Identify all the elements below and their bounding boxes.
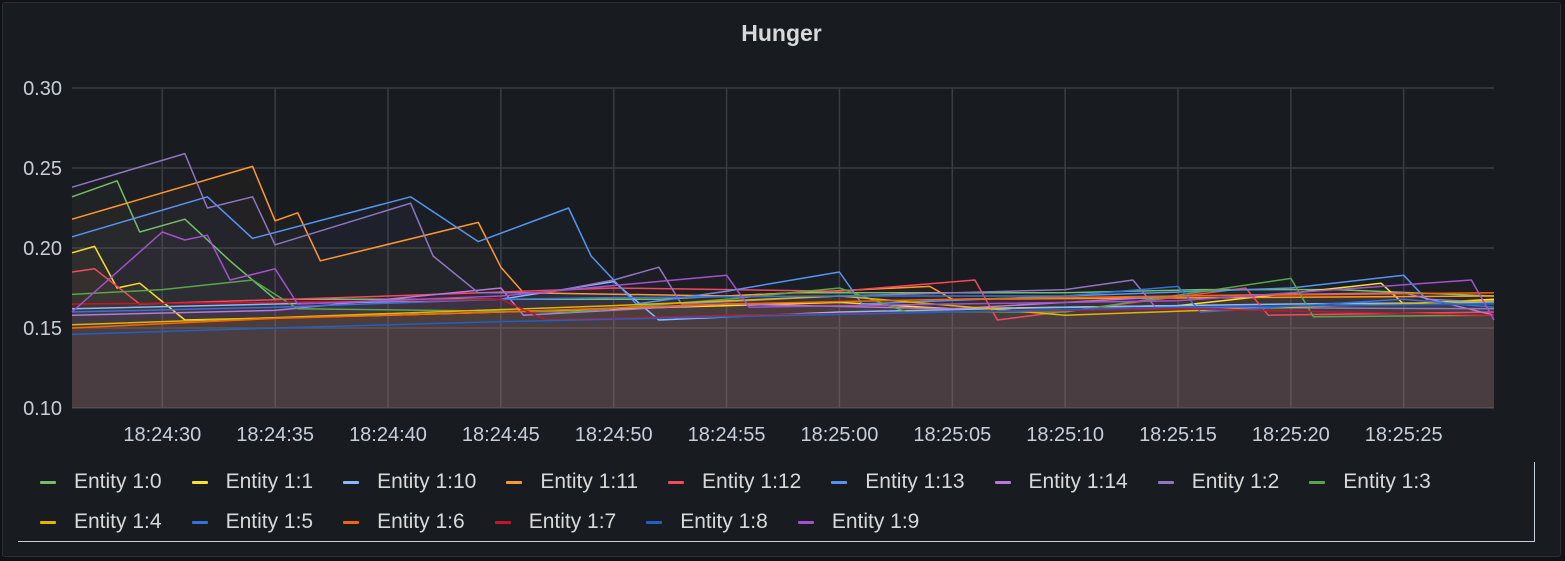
legend-item[interactable]: Entity 1:1 — [191, 470, 314, 494]
legend-label: Entity 1:13 — [865, 470, 965, 493]
legend-item[interactable]: Entity 1:4 — [40, 510, 162, 534]
legend-label: Entity 1:6 — [377, 510, 465, 533]
x-tick-label: 18:25:00 — [800, 424, 878, 446]
legend-label: Entity 1:5 — [225, 510, 314, 533]
legend-item[interactable]: Entity 1:7 — [494, 510, 617, 534]
legend-swatch — [668, 480, 685, 484]
legend-label: Entity 1:3 — [1343, 470, 1431, 493]
legend-item[interactable]: Entity 1:14 — [994, 470, 1128, 494]
legend-swatch — [191, 520, 208, 524]
x-tick-label: 18:24:50 — [575, 424, 653, 446]
legend-item[interactable]: Entity 1:11 — [506, 470, 638, 494]
series-areas — [72, 154, 1494, 408]
x-tick-label: 18:24:40 — [349, 424, 427, 446]
legend-label: Entity 1:10 — [377, 470, 477, 493]
legend-swatch — [831, 480, 848, 484]
y-tick-label: 0.10 — [23, 398, 62, 420]
x-tick-label: 18:24:35 — [236, 424, 314, 446]
legend-swatch — [1157, 480, 1174, 484]
legend-label: Entity 1:14 — [1028, 470, 1128, 493]
legend-item[interactable]: Entity 1:6 — [343, 510, 465, 534]
y-axis: 0.10 0.15 0.20 0.25 0.30 — [23, 78, 62, 420]
legend-label: Entity 1:4 — [74, 510, 162, 533]
y-tick-label: 0.25 — [23, 158, 62, 180]
legend-item[interactable]: Entity 1:0 — [40, 470, 162, 494]
line-chart: 0.100.150.200.250.30 18:24:30 18:24:35 18:… — [23, 78, 1495, 446]
x-tick-label: 18:25:20 — [1252, 424, 1330, 446]
legend-label: Entity 1:12 — [702, 470, 802, 493]
legend-swatch — [994, 480, 1011, 484]
legend-label: Entity 1:11 — [540, 470, 639, 493]
x-tick-label: 18:25:10 — [1026, 424, 1104, 446]
legend-swatch — [506, 480, 523, 484]
legend: Entity 1:0 Entity 1:1 Entity 1:10 Entity 1:… — [18, 462, 1535, 542]
x-tick-label: 18:25:05 — [913, 424, 991, 446]
legend-swatch — [40, 520, 56, 524]
legend-item[interactable]: Entity 1:8 — [646, 510, 768, 534]
legend-swatch — [797, 520, 814, 524]
y-tick-label: 0.30 — [23, 78, 62, 100]
y-tick-label: 0.20 — [23, 238, 62, 260]
legend-label: Entity 1:0 — [74, 470, 162, 493]
legend-item[interactable]: Entity 1:9 — [797, 510, 920, 534]
legend-swatch — [494, 520, 511, 524]
legend-label: Entity 1:9 — [831, 510, 920, 533]
legend-swatch — [1309, 480, 1326, 484]
legend-swatch — [343, 480, 360, 484]
legend-swatch — [646, 520, 663, 524]
legend-row: Entity 1:4 Entity 1:5 Entity 1:6 Entity 1:7… — [40, 510, 949, 534]
legend-swatch — [343, 520, 360, 524]
legend-label: Entity 1:2 — [1191, 470, 1280, 493]
legend-swatch — [40, 480, 56, 484]
x-tick-label: 18:24:45 — [462, 424, 540, 446]
x-axis: 18:24:30 18:24:35 18:24:40 18:24:45 18:24:50… — [123, 424, 1442, 446]
y-tick-label: 0.15 — [23, 318, 62, 340]
legend-row: Entity 1:0 Entity 1:1 Entity 1:10 Entity 1:… — [40, 470, 1461, 494]
legend-item[interactable]: Entity 1:12 — [668, 470, 801, 494]
x-tick-label: 18:25:15 — [1139, 424, 1217, 446]
legend-item[interactable]: Entity 1:5 — [191, 510, 314, 534]
x-tick-label: 18:24:30 — [123, 424, 201, 446]
legend-item[interactable]: Entity 1:3 — [1309, 470, 1431, 494]
legend-label: Entity 1:8 — [680, 510, 768, 533]
legend-item[interactable]: Entity 1:13 — [831, 470, 965, 494]
legend-item[interactable]: Entity 1:2 — [1157, 470, 1280, 494]
legend-item[interactable]: Entity 1:10 — [343, 470, 476, 494]
legend-label: Entity 1:1 — [225, 470, 314, 493]
legend-swatch — [191, 480, 208, 484]
x-tick-label: 18:25:25 — [1365, 424, 1443, 446]
x-tick-label: 18:24:55 — [688, 424, 766, 446]
legend-label: Entity 1:7 — [528, 510, 617, 533]
